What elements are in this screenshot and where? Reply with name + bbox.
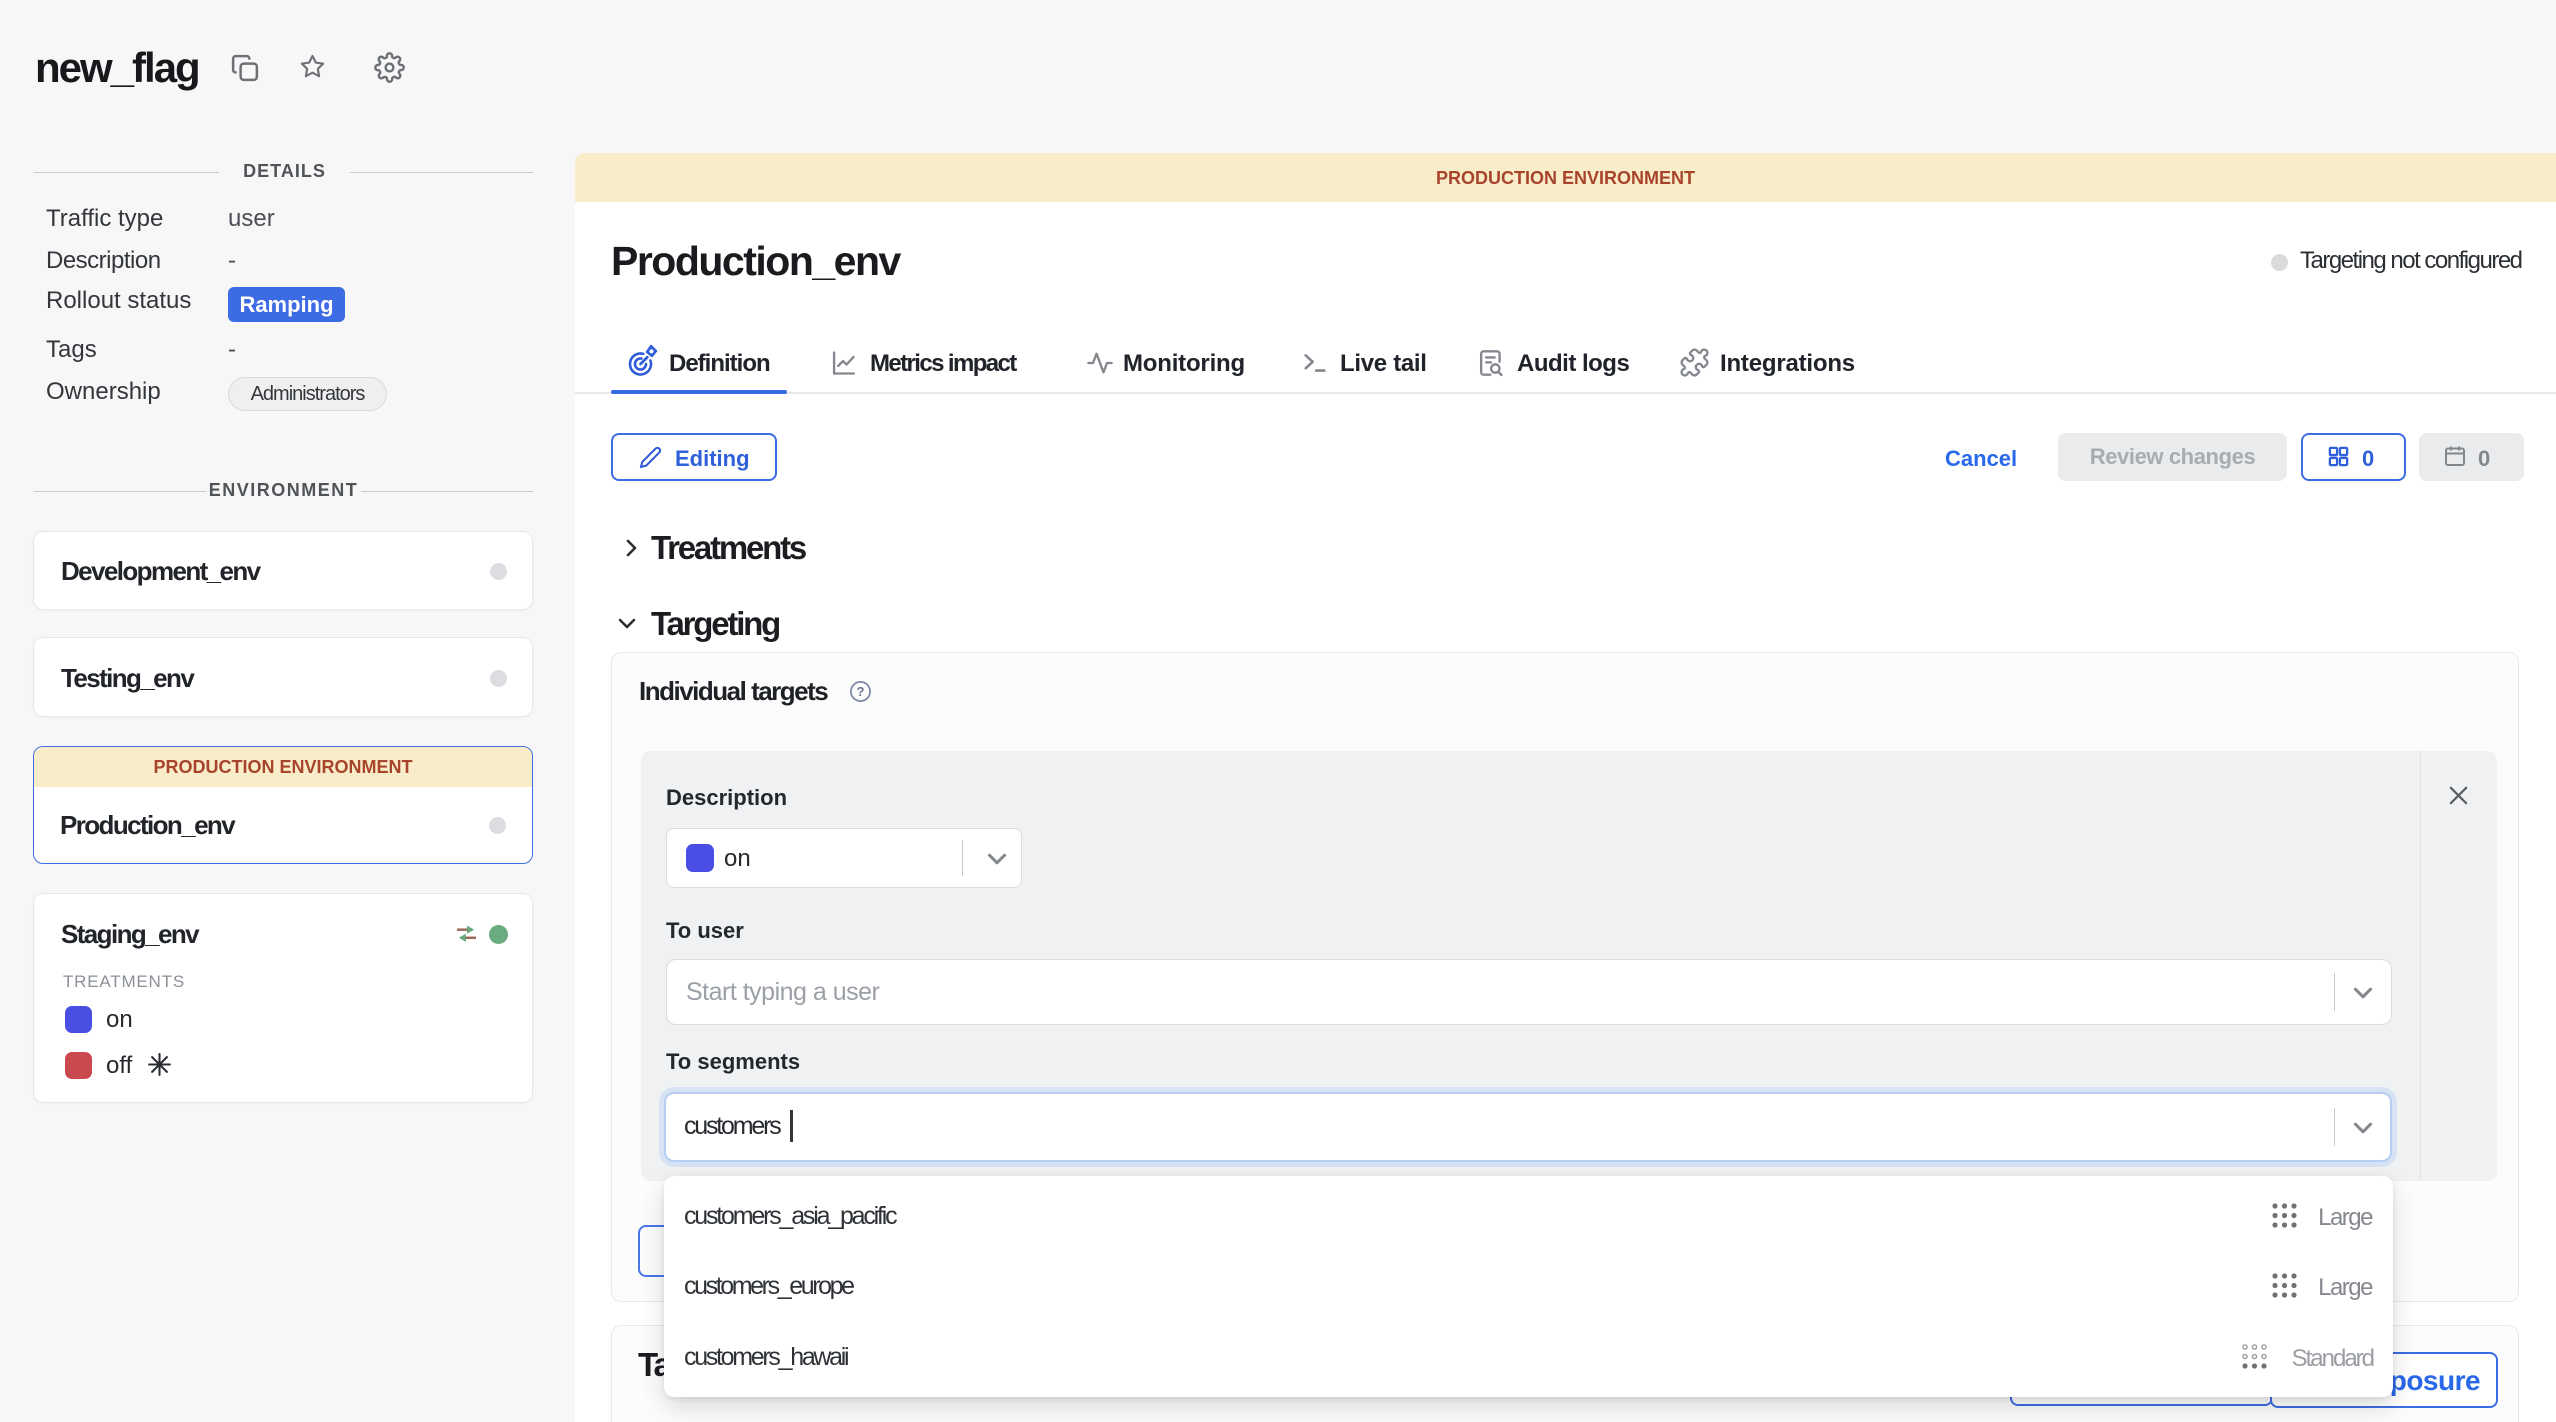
- svg-text:?: ?: [857, 684, 865, 699]
